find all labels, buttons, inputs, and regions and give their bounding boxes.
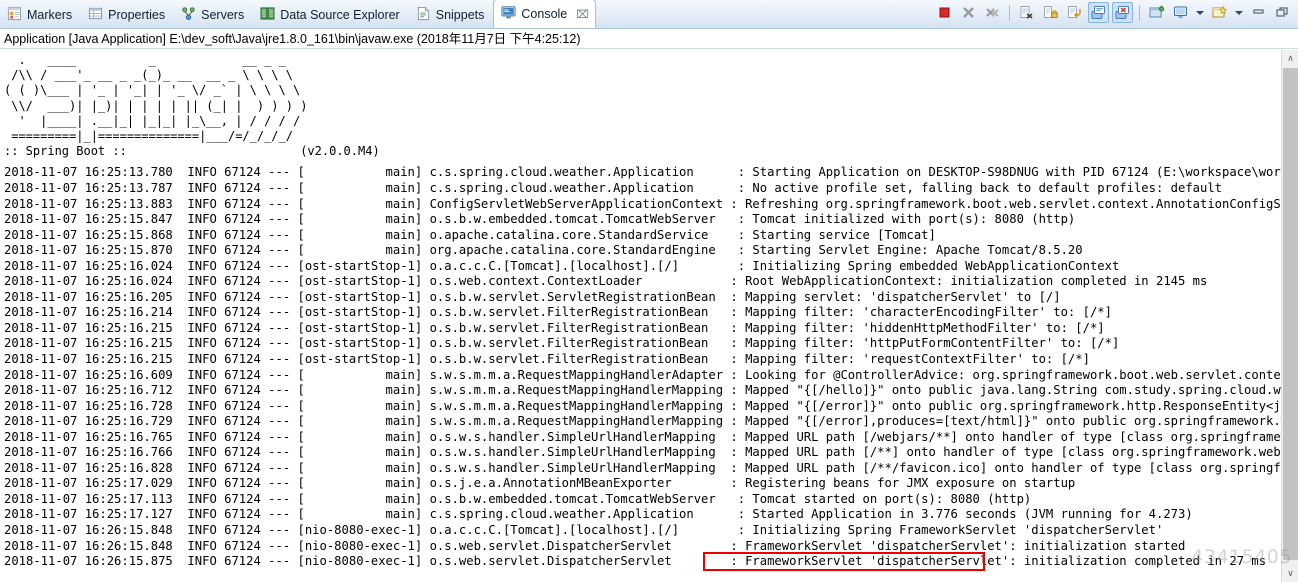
log-line: 2018-11-07 16:25:16.215 INFO 67124 --- [… <box>4 351 1090 366</box>
scrollbar-thumb[interactable] <box>1283 68 1298 560</box>
log-line: 2018-11-07 16:25:13.883 INFO 67124 --- [… <box>4 196 1281 211</box>
remove-all-terminated-button[interactable] <box>982 2 1003 23</box>
scroll-down-arrow-icon[interactable]: ∨ <box>1282 565 1298 582</box>
tab-servers[interactable]: Servers <box>174 2 253 28</box>
tab-snippets[interactable]: Snippets <box>409 2 494 28</box>
display-selected-console-button[interactable] <box>1170 2 1191 23</box>
tab-label: Markers <box>27 8 73 22</box>
log-line: 2018-11-07 16:25:16.728 INFO 67124 --- [… <box>4 398 1281 413</box>
log-line: 2018-11-07 16:25:16.609 INFO 67124 --- [… <box>4 367 1281 382</box>
tab-label: Properties <box>108 8 166 22</box>
servers-icon <box>181 6 196 24</box>
console-output-area[interactable]: . ____ _ __ _ _ /\\ / ___'_ __ _ _(_)_ _… <box>0 50 1298 582</box>
log-line: 2018-11-07 16:25:16.828 INFO 67124 --- [… <box>4 460 1281 475</box>
log-line: 2018-11-07 16:25:16.205 INFO 67124 --- [… <box>4 289 1061 304</box>
console-view: Markers Properties Servers Data Source Expl… <box>0 0 1298 582</box>
tab-label: Console <box>521 7 568 21</box>
log-line: 2018-11-07 16:25:16.024 INFO 67124 --- [… <box>4 258 1120 273</box>
tab-label: Servers <box>201 8 245 22</box>
log-line: 2018-11-07 16:25:13.780 INFO 67124 --- [… <box>4 165 1281 180</box>
maximize-button[interactable] <box>1272 2 1293 23</box>
tab-close-icon[interactable]: ⌧ <box>576 8 589 21</box>
markers-icon <box>7 6 22 24</box>
tab-data-source-explorer[interactable]: Data Source Explorer <box>253 2 409 28</box>
tab-markers[interactable]: Markers <box>0 2 81 28</box>
log-line: 2018-11-07 16:25:13.787 INFO 67124 --- [… <box>4 180 1223 195</box>
show-console-stderr-button[interactable] <box>1112 2 1133 23</box>
terminate-button[interactable] <box>934 2 955 23</box>
scroll-lock-button[interactable] <box>1040 2 1061 23</box>
log-line: 2018-11-07 16:25:17.029 INFO 67124 --- [… <box>4 476 1076 491</box>
log-line: 2018-11-07 16:25:15.870 INFO 67124 --- [… <box>4 243 1083 258</box>
console-toolbar <box>934 0 1298 28</box>
tab-label: Snippets <box>435 8 485 22</box>
log-line: 2018-11-07 16:25:17.113 INFO 67124 --- [… <box>4 491 1032 506</box>
open-console-button[interactable] <box>1209 2 1230 23</box>
log-line: 2018-11-07 16:25:15.847 INFO 67124 --- [… <box>4 212 1076 227</box>
scroll-up-arrow-icon[interactable]: ∧ <box>1282 50 1298 67</box>
datasource-icon <box>260 6 275 24</box>
log-line: 2018-11-07 16:25:16.215 INFO 67124 --- [… <box>4 320 1105 335</box>
log-line: 2018-11-07 16:25:16.765 INFO 67124 --- [… <box>4 429 1281 444</box>
minimize-button[interactable] <box>1248 2 1269 23</box>
tab-label: Data Source Explorer <box>280 8 400 22</box>
log-line: 2018-11-07 16:25:17.127 INFO 67124 --- [… <box>4 507 1193 522</box>
log-line: 2018-11-07 16:25:16.214 INFO 67124 --- [… <box>4 305 1112 320</box>
log-line: 2018-11-07 16:26:15.848 INFO 67124 --- [… <box>4 523 1164 537</box>
console-icon <box>501 5 516 23</box>
tab-list: Markers Properties Servers Data Source Expl… <box>0 0 596 28</box>
toolbar-separator <box>1009 4 1010 21</box>
remove-launch-button[interactable] <box>958 2 979 23</box>
log-line: 2018-11-07 16:25:16.215 INFO 67124 --- [… <box>4 336 1120 351</box>
launch-configuration-label: Application [Java Application] E:\dev_so… <box>0 29 1298 49</box>
chevron-down-icon-2[interactable] <box>1235 10 1243 15</box>
clear-console-button[interactable] <box>1016 2 1037 23</box>
console-text-content: . ____ _ __ _ _ /\\ / ___'_ __ _ _(_)_ _… <box>0 50 1281 582</box>
tab-properties[interactable]: Properties <box>81 2 174 28</box>
log-line: 2018-11-07 16:26:15.875 INFO 67124 --- [… <box>4 554 1267 569</box>
show-console-stdout-button[interactable] <box>1088 2 1109 23</box>
log-line: 2018-11-07 16:25:16.766 INFO 67124 --- [… <box>4 445 1281 460</box>
word-wrap-button[interactable] <box>1064 2 1085 23</box>
snippets-icon <box>416 6 431 24</box>
log-line: 2018-11-07 16:25:16.729 INFO 67124 --- [… <box>4 414 1281 429</box>
tab-console[interactable]: Console ⌧ <box>493 0 596 28</box>
properties-icon <box>88 6 103 24</box>
chevron-down-icon[interactable] <box>1196 10 1204 15</box>
toolbar-separator-2 <box>1139 4 1140 21</box>
pin-console-button[interactable] <box>1146 2 1167 23</box>
spring-boot-ascii-banner: . ____ _ __ _ _ /\\ / ___'_ __ _ _(_)_ _… <box>4 53 380 159</box>
log-line: 2018-11-07 16:25:16.712 INFO 67124 --- [… <box>4 383 1281 398</box>
log-line: 2018-11-07 16:25:16.024 INFO 67124 --- [… <box>4 274 1208 289</box>
vertical-scrollbar[interactable]: ∧ ∨ <box>1281 50 1298 582</box>
log-line: 2018-11-07 16:25:15.868 INFO 67124 --- [… <box>4 227 936 242</box>
log-line: 2018-11-07 16:26:15.848 INFO 67124 --- [… <box>4 538 1186 553</box>
view-tab-bar: Markers Properties Servers Data Source Expl… <box>0 0 1298 29</box>
log-line-list: 2018-11-07 16:25:13.780 INFO 67124 --- [… <box>0 165 1281 572</box>
